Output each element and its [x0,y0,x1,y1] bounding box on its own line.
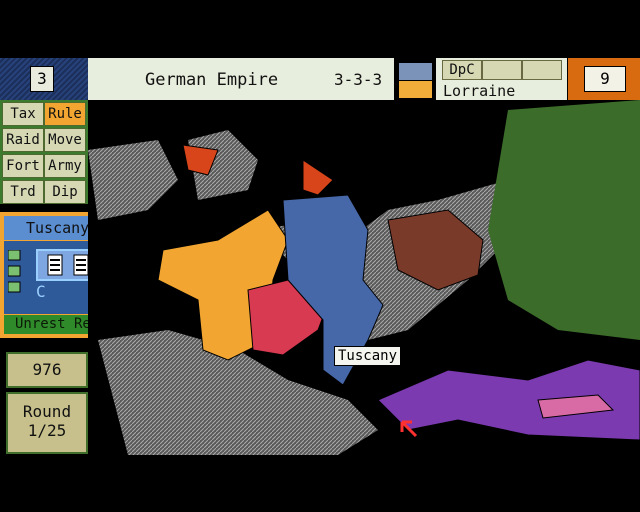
diplomacy-button[interactable]: Dip [44,180,86,204]
selected-region: Lorraine [443,82,516,100]
map-label-tuscany: Tuscany [334,346,402,366]
round-box: Round 1/25 [6,392,88,454]
turn-number: 3 [30,66,54,92]
province-name: Tuscany [26,219,90,237]
round-label: Round [22,402,72,421]
empty-slot-2[interactable] [522,60,562,80]
tax-button[interactable]: Tax [2,102,44,126]
fort-button[interactable]: Fort [2,154,44,178]
unit-stack-icon [7,249,24,304]
trade-button[interactable]: Trd [2,180,44,204]
rule-button[interactable]: Rule [44,102,86,126]
treasury: 976 [6,352,88,388]
europe-map[interactable] [88,100,640,460]
counter-value: 9 [584,66,626,92]
empire-name: German Empire [145,70,279,90]
army-button[interactable]: Army [44,154,86,178]
dpc-button[interactable]: DpC [442,60,482,80]
color-swatch-blue [398,62,433,81]
empty-slot-1[interactable] [482,60,522,80]
province-code: C [36,282,46,301]
move-button[interactable]: Move [44,128,86,152]
raid-button[interactable]: Raid [2,128,44,152]
empire-stats: 3-3-3 [334,70,383,89]
round-value: 1/25 [27,421,67,440]
color-swatch-orange [398,80,433,99]
